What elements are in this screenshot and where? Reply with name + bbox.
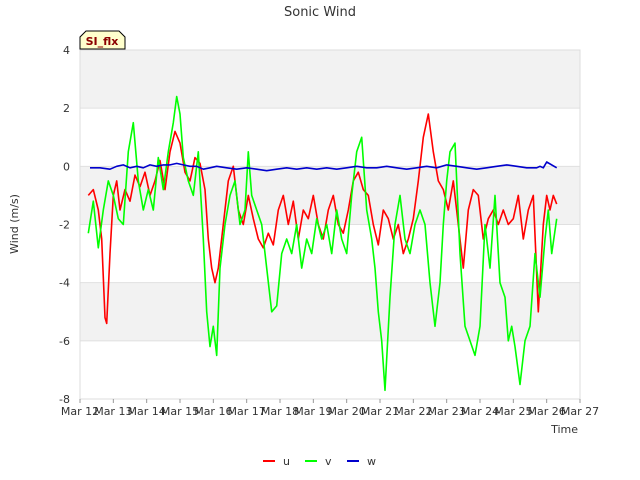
chart-title: Sonic Wind (284, 5, 356, 20)
legend-label-u: u (283, 455, 290, 468)
y-tick-label: -6 (59, 335, 70, 348)
x-axis-ticks: Mar 12Mar 13Mar 14Mar 15Mar 16Mar 17Mar … (61, 399, 599, 418)
badge: SI_flx (79, 30, 126, 50)
badge-label: SI_flx (86, 35, 119, 48)
y-tick-label: -4 (59, 277, 70, 290)
y-tick-label: 0 (63, 160, 70, 173)
background-band (80, 224, 580, 283)
legend: u v w (263, 455, 376, 468)
background-band (80, 50, 580, 109)
legend-label-v: v (325, 455, 332, 468)
y-tick-label: 2 (63, 102, 70, 115)
x-tick-label: Mar 27 (561, 405, 599, 418)
background-band (80, 340, 580, 399)
sonic-wind-chart: Sonic Wind -8-6-4-2024 Mar 12Mar 13Mar 1… (8, 5, 599, 468)
background-band (80, 282, 580, 341)
x-axis-label: Time (550, 423, 578, 436)
background-band (80, 108, 580, 167)
legend-label-w: w (367, 455, 376, 468)
y-axis-ticks: -8-6-4-2024 (59, 44, 70, 406)
y-tick-label: -2 (59, 219, 70, 232)
y-axis-label: Wind (m/s) (8, 194, 21, 254)
y-tick-label: 4 (63, 44, 70, 57)
